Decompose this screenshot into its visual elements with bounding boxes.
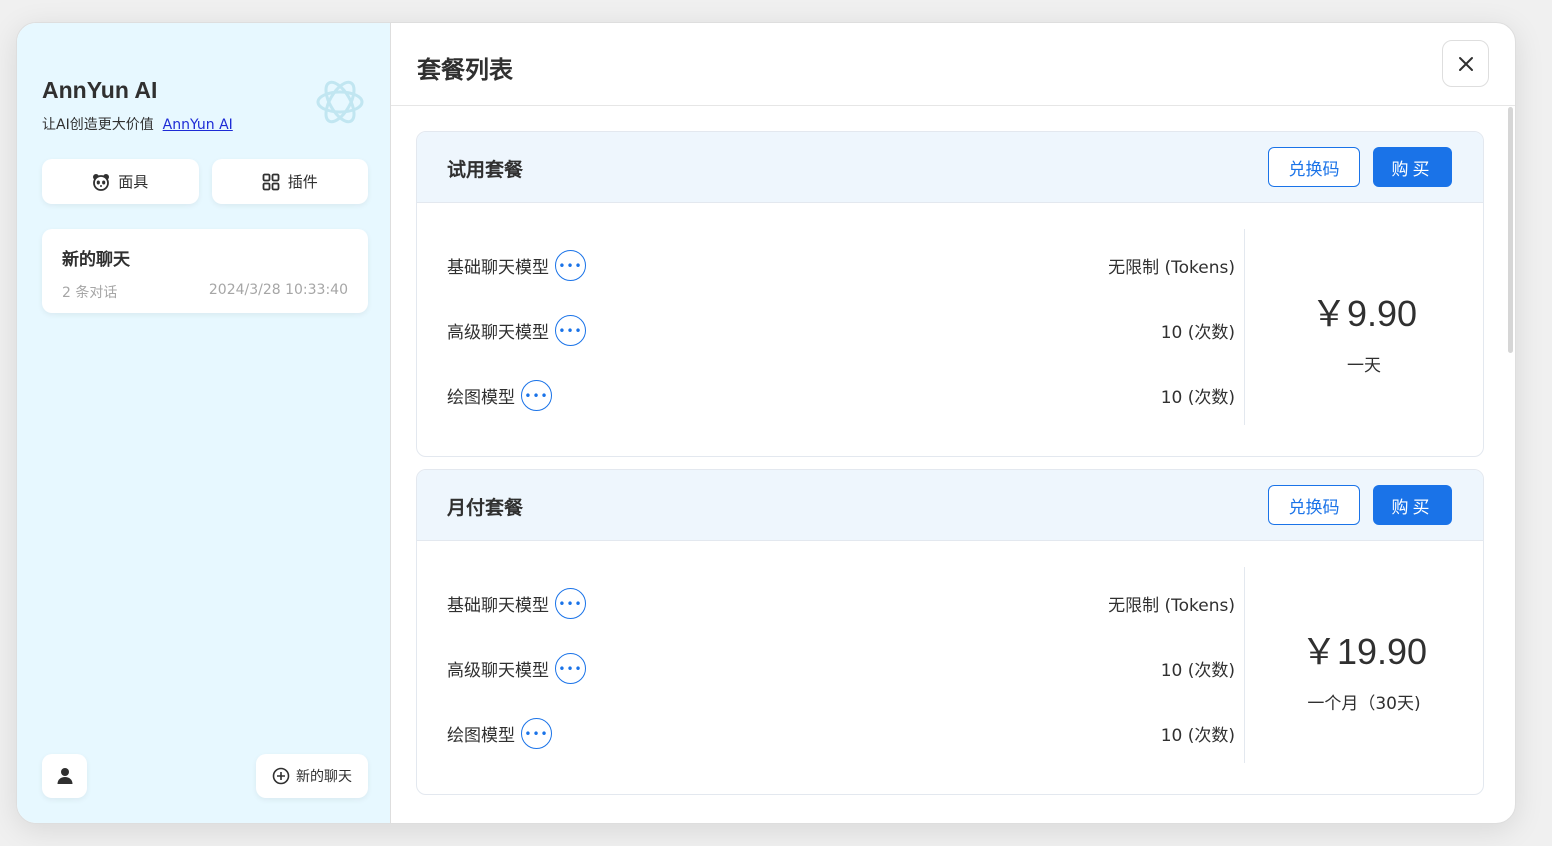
page-title: 套餐列表 [417,56,513,84]
feature-row: 基础聊天模型 ••• 无限制 (Tokens) [447,571,1235,636]
plan-price: ￥9.90 [1310,292,1418,334]
plan-name: 月付套餐 [447,497,524,519]
more-info-icon[interactable]: ••• [521,380,552,411]
feature-label: 高级聊天模型 [447,323,549,343]
feature-value: 10 (次数) [1160,726,1235,746]
feature-value: 10 (次数) [1160,323,1235,343]
more-info-icon[interactable]: ••• [555,315,586,346]
brand-subtitle-text: 让AI创造更大价值 [42,117,154,133]
chat-timestamp: 2024/3/28 10:33:40 [208,282,348,298]
more-info-icon[interactable]: ••• [521,718,552,749]
buy-button[interactable]: 购买 [1373,147,1452,187]
plan-list[interactable]: 试用套餐 兑换码 购买 基础聊天模型 ••• 无限制 (Tokens) 高级聊天模… [391,107,1515,823]
feature-row: 基础聊天模型 ••• 无限制 (Tokens) [447,233,1235,298]
brand-link[interactable]: AnnYun AI [163,117,233,133]
main-panel: 套餐列表 试用套餐 兑换码 购买 基础聊天模型 ••• 无限制 (Tokens)… [391,23,1515,823]
close-icon [1458,56,1473,71]
plan-name: 试用套餐 [447,159,524,181]
chat-title: 新的聊天 [62,250,130,270]
feature-row: 高级聊天模型 ••• 10 (次数) [447,298,1235,363]
feature-value: 10 (次数) [1160,388,1235,408]
redeem-code-button[interactable]: 兑换码 [1268,485,1360,525]
mask-button-label: 面具 [118,173,149,191]
feature-label: 高级聊天模型 [447,661,549,681]
feature-row: 绘图模型 ••• 10 (次数) [447,701,1235,766]
scrollbar[interactable] [1508,107,1513,353]
plan-header: 月付套餐 兑换码 购买 [417,470,1483,541]
feature-label: 绘图模型 [447,726,515,746]
plan-card: 月付套餐 兑换码 购买 基础聊天模型 ••• 无限制 (Tokens) 高级聊天模… [416,469,1484,795]
plan-card: 试用套餐 兑换码 购买 基础聊天模型 ••• 无限制 (Tokens) 高级聊天模… [416,131,1484,457]
more-info-icon[interactable]: ••• [555,588,586,619]
plugin-button-label: 插件 [287,173,318,191]
user-settings-button[interactable] [42,754,87,798]
brand-subtitle: 让AI创造更大价值 AnnYun AI [42,114,233,134]
plan-price: ￥19.90 [1300,630,1428,672]
close-button[interactable] [1442,40,1489,87]
mask-button[interactable]: 面具 [42,159,199,204]
panda-icon [93,173,110,191]
plan-body: 基础聊天模型 ••• 无限制 (Tokens) 高级聊天模型 ••• 10 (次数)… [417,541,1483,794]
more-info-icon[interactable]: ••• [555,653,586,684]
feature-row: 绘图模型 ••• 10 (次数) [447,363,1235,428]
new-chat-label: 新的聊天 [296,769,352,785]
chat-message-count: 2 条对话 [62,285,118,301]
price-box: ￥19.90 一个月（30天) [1245,541,1483,794]
sidebar: AnnYun AI 让AI创造更大价值 AnnYun AI 面具 插件 新的聊天… [17,23,391,823]
feature-label: 基础聊天模型 [447,258,549,278]
more-info-icon[interactable]: ••• [555,250,586,281]
feature-list: 基础聊天模型 ••• 无限制 (Tokens) 高级聊天模型 ••• 10 (次数)… [447,571,1235,766]
buy-button[interactable]: 购买 [1373,485,1452,525]
price-box: ￥9.90 一天 [1245,203,1483,456]
feature-value: 10 (次数) [1160,661,1235,681]
plan-period: 一天 [1347,355,1381,376]
chat-meta: 2 条对话 2024/3/28 10:33:40 [62,282,348,302]
feature-value: 无限制 (Tokens) [1108,596,1235,616]
plan-header: 试用套餐 兑换码 购买 [417,132,1483,203]
add-circle-icon [272,767,290,785]
feature-list: 基础聊天模型 ••• 无限制 (Tokens) 高级聊天模型 ••• 10 (次数)… [447,233,1235,428]
user-icon [57,768,72,784]
plan-period: 一个月（30天) [1307,693,1421,714]
redeem-code-button[interactable]: 兑换码 [1268,147,1360,187]
feature-label: 基础聊天模型 [447,596,549,616]
feature-label: 绘图模型 [447,388,515,408]
chat-list-item[interactable]: 新的聊天 2 条对话 2024/3/28 10:33:40 [42,229,368,313]
app-window: AnnYun AI 让AI创造更大价值 AnnYun AI 面具 插件 新的聊天… [16,22,1516,824]
plan-body: 基础聊天模型 ••• 无限制 (Tokens) 高级聊天模型 ••• 10 (次数)… [417,203,1483,456]
feature-value: 无限制 (Tokens) [1108,258,1235,278]
plugin-button[interactable]: 插件 [211,159,368,204]
page-header: 套餐列表 [391,23,1515,106]
openai-logo-icon [316,80,364,124]
new-chat-button[interactable]: 新的聊天 [256,754,368,798]
brand-title: AnnYun AI [42,77,158,103]
sidebar-actions: 面具 插件 [42,159,368,204]
feature-row: 高级聊天模型 ••• 10 (次数) [447,636,1235,701]
grid-icon [262,173,280,190]
